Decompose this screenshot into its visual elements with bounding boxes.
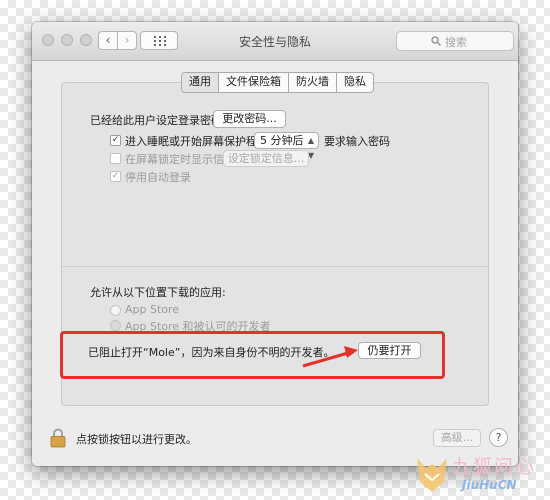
show-message-checkbox[interactable] [110,153,121,164]
arrow-annotation-icon [302,346,358,368]
search-placeholder: 搜索 [445,36,467,49]
system-preferences-window: ‹ › 安全性与隐私 搜索 通用 文件保险箱 防火墙 隐私 已经给此用户设定登录… [32,22,518,466]
app-store-radio[interactable] [110,305,121,316]
password-delay-value: 5 分钟后 [260,134,304,147]
title-bar: ‹ › 安全性与隐私 搜索 [32,22,518,61]
tab-filevault[interactable]: 文件保险箱 [219,73,289,92]
lock-icon[interactable] [50,428,66,448]
blocked-app-message: 已阻止打开“Mole”，因为来自身份不明的开发者。 [88,346,335,359]
password-delay-select[interactable]: 5 分钟后 ▲ ▼ [254,132,319,160]
advanced-button[interactable]: 高级... [433,429,481,447]
set-lock-message-button[interactable]: 设定锁定信息... [223,150,309,167]
password-set-label: 已经给此用户设定登录密码 [90,114,222,127]
tab-firewall[interactable]: 防火墙 [289,73,337,92]
tab-privacy[interactable]: 隐私 [337,73,373,92]
help-button[interactable]: ? [489,428,508,447]
change-password-button[interactable]: 更改密码... [213,110,286,128]
require-password-suffix: 要求输入密码 [324,135,390,148]
require-password-checkbox[interactable]: ✓ [110,135,121,146]
fox-logo-icon [417,458,447,492]
open-anyway-button[interactable]: 仍要打开 [358,342,421,359]
allow-downloads-label: 允许从以下位置下载的应用: [90,286,226,299]
tab-bar: 通用 文件保险箱 防火墙 隐私 [181,72,374,93]
tab-general[interactable]: 通用 [182,73,219,92]
require-password-label: 进入睡眠或开始屏幕保护程序 [125,135,268,148]
show-message-label: 在屏幕锁定时显示信息 [125,153,235,166]
lock-hint-text: 点按锁按钮以进行更改。 [76,433,197,446]
watermark-cn: 九狐问心 [452,456,537,478]
section-divider [62,266,488,267]
app-store-and-developers-radio[interactable] [110,320,121,331]
search-field[interactable]: 搜索 [396,31,514,51]
search-icon [431,36,441,46]
app-store-option-label: App Store [125,303,180,316]
watermark-en: JiuHuCN [462,478,517,492]
disable-autologin-checkbox[interactable]: ✓ [110,171,121,182]
disable-autologin-label: 停用自动登录 [125,171,191,184]
